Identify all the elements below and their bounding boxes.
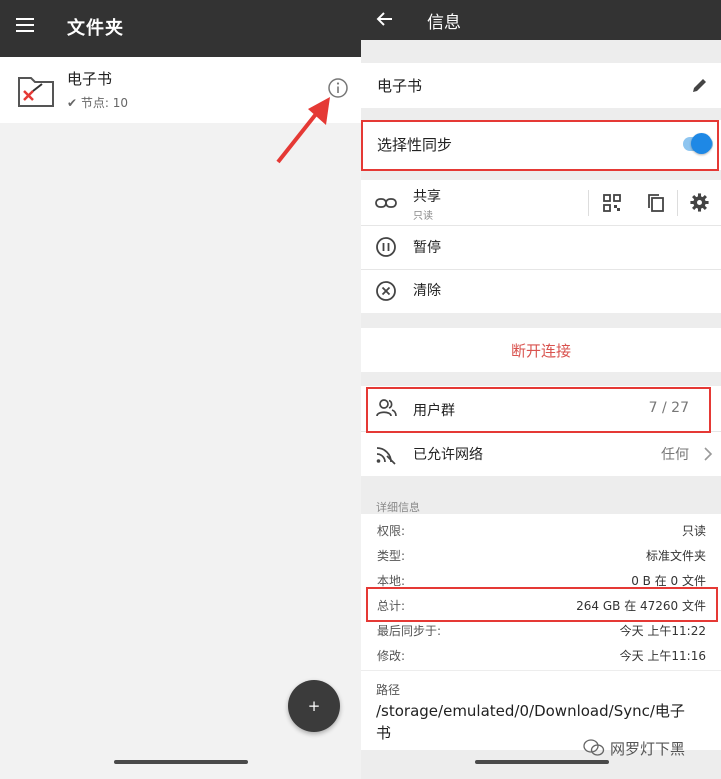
home-indicator[interactable] [114, 760, 248, 764]
page-title: 文件夹 [67, 18, 124, 39]
wechat-logo-icon [583, 739, 605, 756]
path-value-continued: 书 [376, 724, 392, 742]
pause-icon [376, 237, 396, 257]
menu-icon[interactable] [16, 18, 34, 32]
folder-name: 电子书 [67, 70, 113, 88]
detail-label: 权限: [377, 524, 406, 538]
detail-value: 今天 上午11:22 [619, 624, 706, 638]
share-label: 共享 [413, 189, 441, 205]
allowed-networks-row[interactable]: 已允许网络 任何 [361, 432, 721, 476]
clear-label: 清除 [413, 283, 441, 299]
path-label: 路径 [376, 683, 401, 697]
detail-value: 标准文件夹 [645, 549, 706, 563]
annotation-arrow-icon [276, 97, 330, 164]
highlight-box [361, 120, 719, 171]
back-arrow-icon[interactable] [375, 9, 395, 29]
clear-x-icon [376, 281, 396, 301]
chevron-right-icon [704, 447, 713, 461]
network-signal-icon [376, 447, 396, 465]
divider [677, 190, 678, 216]
disconnect-button[interactable]: 断开连接 [361, 328, 721, 372]
share-mode: 只读 [413, 211, 433, 222]
home-indicator[interactable] [475, 760, 609, 764]
folder-list-screen: 文件夹 电子书 ✔ 节点: 10 + [0, 0, 361, 779]
add-folder-button[interactable]: + [288, 680, 340, 732]
allowed-networks-value: 任何 [661, 447, 689, 463]
folder-name-label: 电子书 [377, 77, 423, 95]
folder-info-screen: 信息 电子书 选择性同步 共享 只读 暂停 清除 断开连接 用户群 7 / 27… [361, 0, 721, 779]
link-icon [375, 198, 397, 208]
folder-name-row[interactable]: 电子书 [361, 63, 721, 108]
qr-code-icon[interactable] [602, 193, 622, 213]
folder-nodes-status: ✔ 节点: 10 [67, 96, 128, 110]
right-toolbar: 信息 [361, 0, 721, 40]
detail-label: 类型: [377, 549, 406, 563]
gear-icon[interactable] [689, 192, 710, 213]
divider [588, 190, 589, 216]
detail-label: 修改: [377, 649, 406, 663]
highlight-box [366, 387, 711, 433]
page-title: 信息 [427, 13, 461, 33]
clear-row[interactable]: 清除 [361, 270, 721, 313]
path-value: /storage/emulated/0/Download/Sync/电子 [376, 702, 685, 720]
left-toolbar: 文件夹 [0, 0, 361, 57]
allowed-networks-label: 已允许网络 [413, 447, 483, 463]
highlight-box [366, 587, 718, 622]
detail-value: 只读 [681, 524, 706, 538]
edit-pencil-icon[interactable] [691, 76, 709, 94]
actions-card: 共享 只读 暂停 清除 [361, 180, 721, 313]
disconnect-label: 断开连接 [510, 342, 571, 360]
pause-label: 暂停 [413, 240, 441, 256]
details-header: 详细信息 [376, 501, 420, 514]
folder-icon [18, 77, 54, 107]
detail-value: 今天 上午11:16 [619, 649, 706, 663]
detail-label: 最后同步于: [377, 624, 442, 638]
pause-row[interactable]: 暂停 [361, 226, 721, 269]
watermark: 网罗灯下黑 [610, 740, 686, 758]
copy-icon[interactable] [646, 193, 666, 213]
